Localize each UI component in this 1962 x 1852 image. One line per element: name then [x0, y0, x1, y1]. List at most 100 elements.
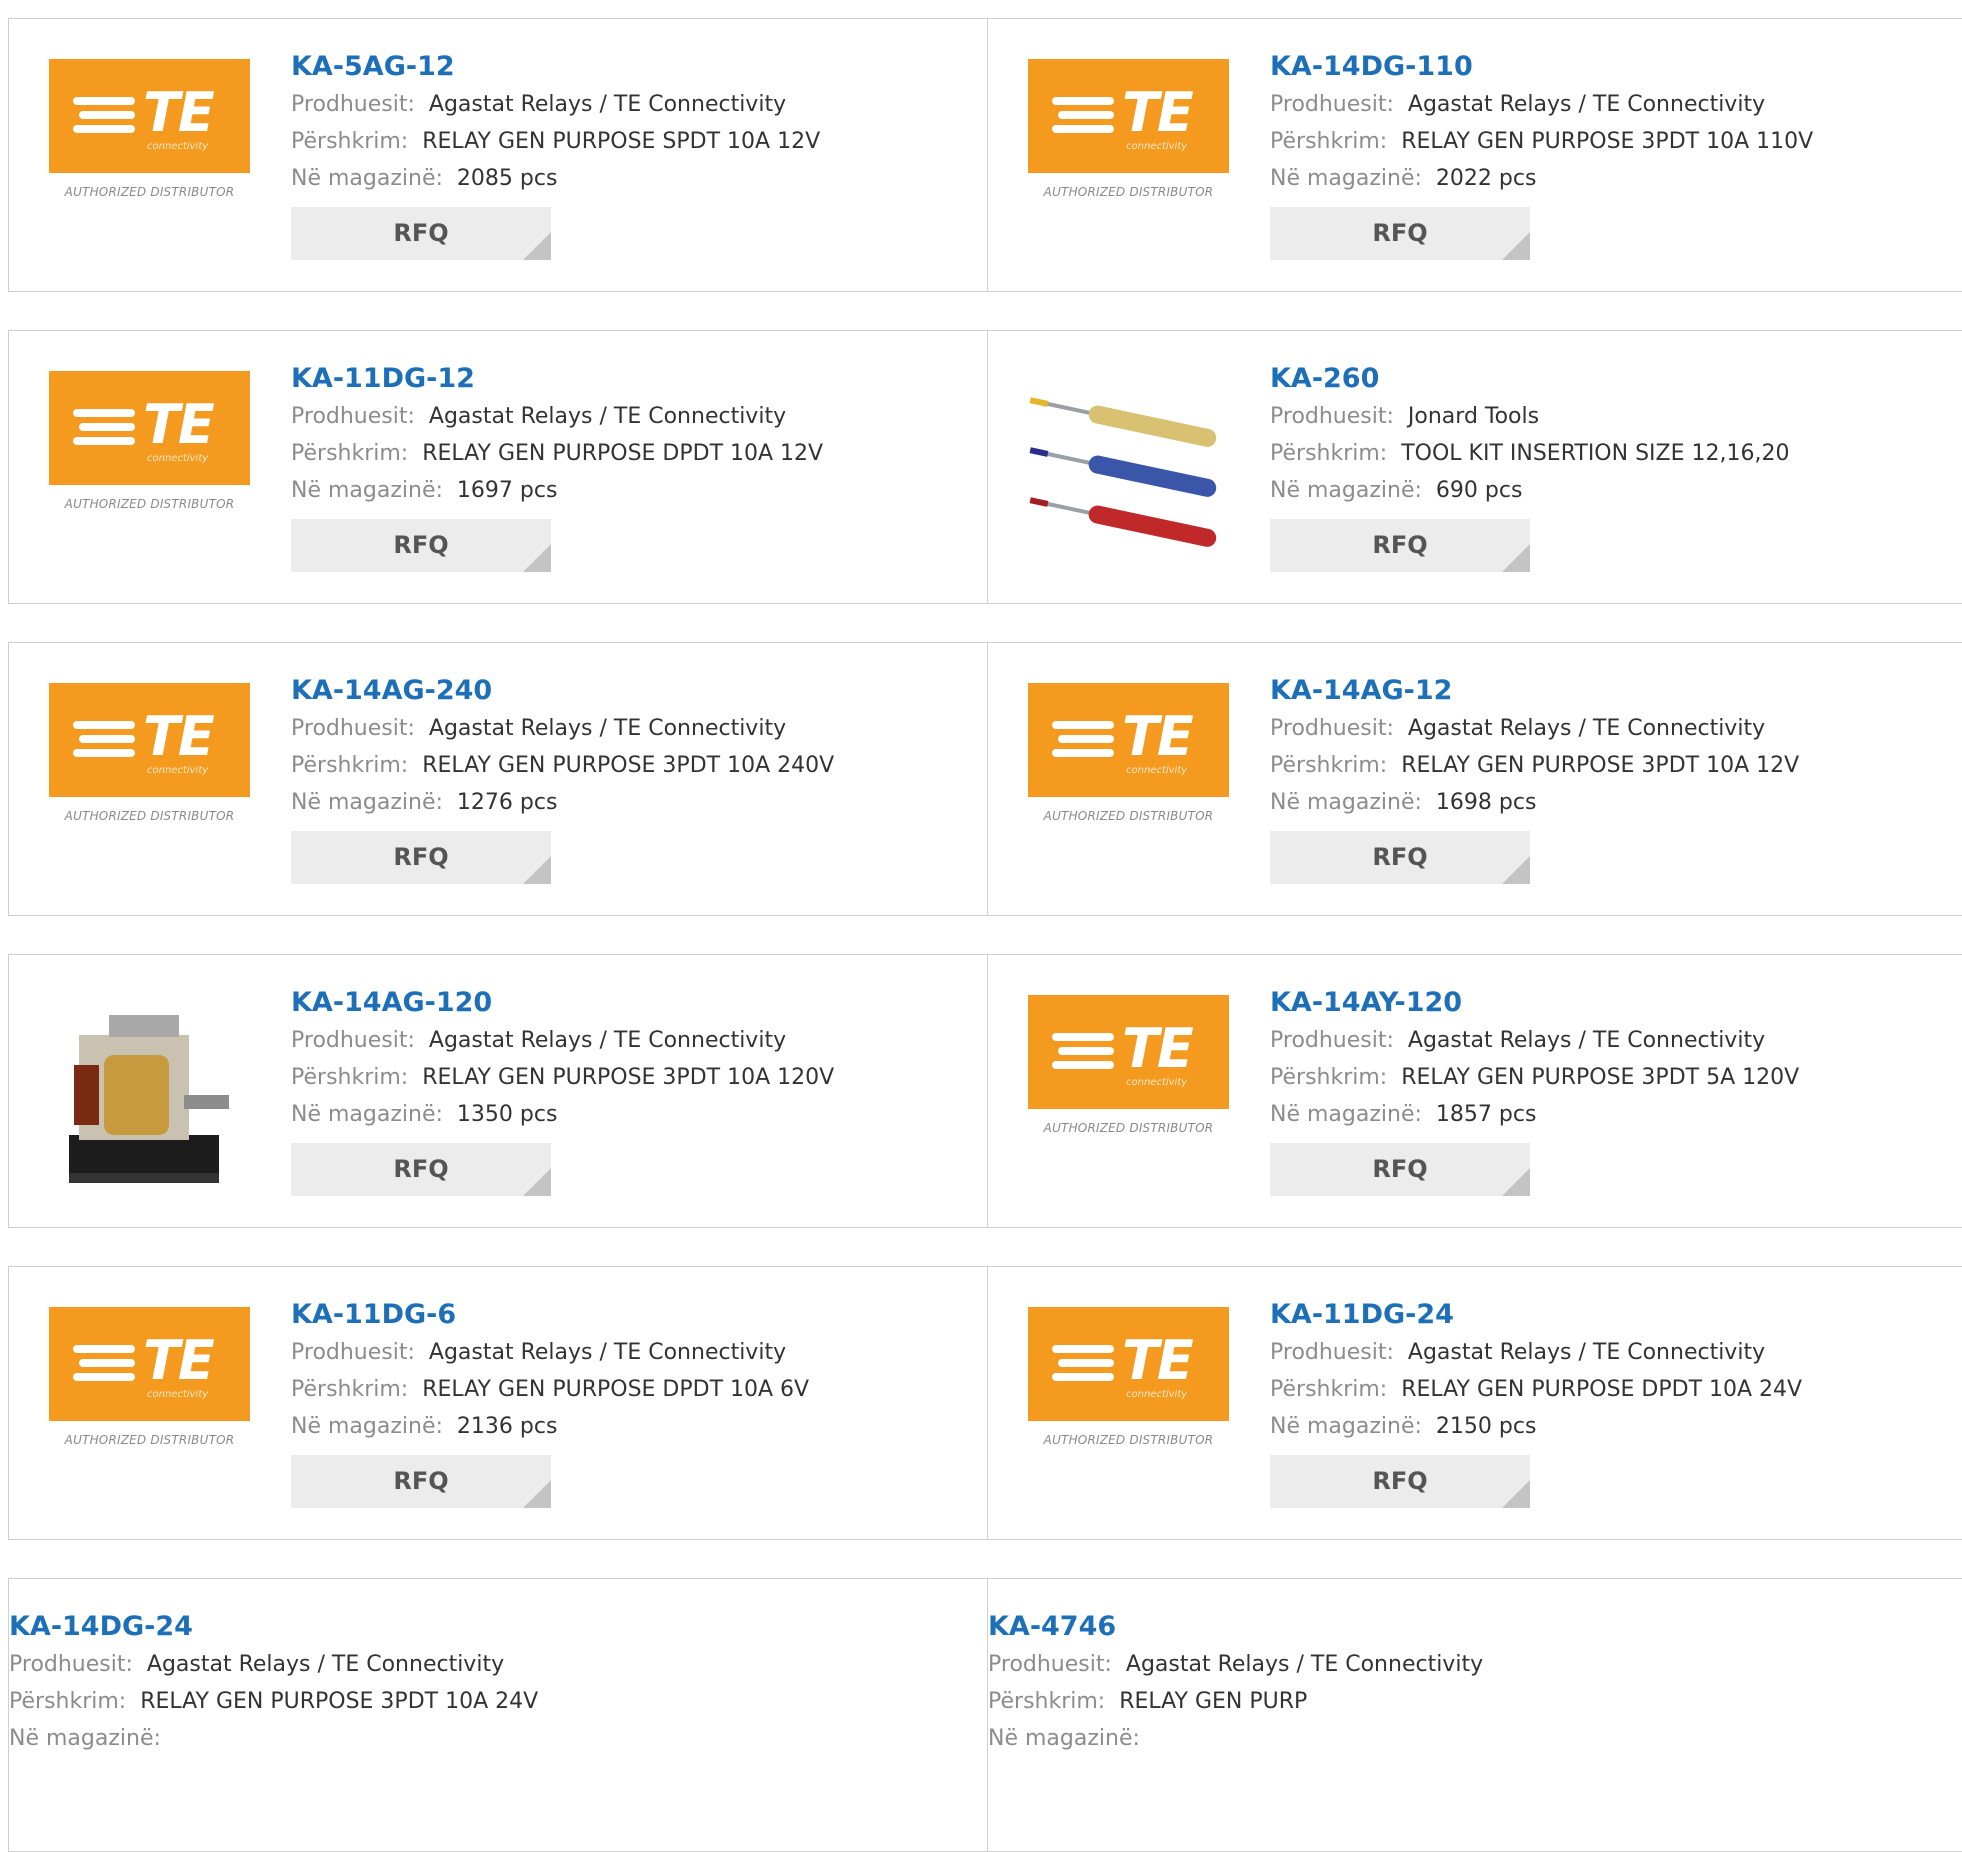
product-card: TE connectivity AUTHORIZED DISTRIBUTOR KA-1…	[987, 642, 1962, 916]
manufacturer-value: Agastat Relays / TE Connectivity	[1407, 716, 1766, 741]
stock-label: Në magazinë:	[9, 1726, 161, 1751]
product-image[interactable]: TE connectivity AUTHORIZED DISTRIBUTOR	[49, 1307, 250, 1508]
stock-row: Në magazinë:	[988, 1720, 1483, 1757]
te-logo-letters: TE	[143, 81, 215, 144]
manufacturer-label: Prodhuesit:	[291, 92, 415, 117]
product-image[interactable]: TE connectivity AUTHORIZED DISTRIBUTOR	[1028, 683, 1229, 884]
rfq-button-label: RFQ	[393, 1155, 449, 1183]
te-logo-bar	[1052, 749, 1114, 757]
rfq-button[interactable]: RFQ	[1270, 1143, 1530, 1196]
te-logo-bar	[1052, 1345, 1114, 1353]
part-number-link[interactable]: KA-14DG-24	[9, 1610, 538, 1644]
product-image[interactable]	[1028, 371, 1229, 572]
stock-row: Në magazinë: 1350 pcs	[291, 1096, 834, 1133]
part-number-link[interactable]: KA-11DG-6	[291, 1298, 809, 1332]
rfq-corner-decoration	[523, 856, 551, 884]
authorized-distributor-label: AUTHORIZED DISTRIBUTOR	[64, 809, 235, 823]
stock-row: Në magazinë: 1697 pcs	[291, 472, 823, 509]
te-logo-subtitle: connectivity	[1126, 1389, 1188, 1400]
rfq-button[interactable]: RFQ	[291, 1143, 551, 1196]
te-logo-bar	[73, 1345, 135, 1353]
manufacturer-label: Prodhuesit:	[1270, 1028, 1394, 1053]
part-number-link[interactable]: KA-260	[1270, 362, 1789, 396]
description-row: Përshkrim: RELAY GEN PURPOSE 3PDT 5A 120…	[1270, 1059, 1799, 1096]
stock-label: Në magazinë:	[1270, 166, 1422, 191]
product-image[interactable]: TE connectivity AUTHORIZED DISTRIBUTOR	[49, 683, 250, 884]
rfq-corner-decoration	[1502, 232, 1530, 260]
product-card: TE connectivity AUTHORIZED DISTRIBUTOR KA-1…	[8, 1266, 988, 1540]
product-card: KA-260 Prodhuesit: Jonard Tools Përshkrim:…	[987, 330, 1962, 604]
manufacturer-label: Prodhuesit:	[9, 1652, 133, 1677]
te-logo-bar	[73, 1373, 135, 1381]
product-image[interactable]: TE connectivity AUTHORIZED DISTRIBUTOR	[49, 371, 250, 572]
rfq-button[interactable]: RFQ	[291, 1455, 551, 1508]
rfq-button[interactable]: RFQ	[1270, 519, 1530, 572]
te-logo-bar	[1058, 1359, 1114, 1367]
te-logo-bar	[1058, 111, 1114, 119]
description-label: Përshkrim:	[291, 753, 409, 778]
part-number-link[interactable]: KA-5AG-12	[291, 50, 820, 84]
te-logo-background: TE connectivity	[1028, 59, 1229, 173]
product-card: TE connectivity AUTHORIZED DISTRIBUTOR KA-1…	[8, 642, 988, 916]
rfq-button[interactable]: RFQ	[1270, 1455, 1530, 1508]
product-info: KA-14DG-24 Prodhuesit: Agastat Relays / T…	[9, 1610, 538, 1757]
te-logo-letters: TE	[1122, 1017, 1194, 1080]
manufacturer-label: Prodhuesit:	[291, 404, 415, 429]
rfq-corner-decoration	[1502, 1168, 1530, 1196]
part-number-link[interactable]: KA-14AY-120	[1270, 986, 1799, 1020]
description-value: RELAY GEN PURPOSE 3PDT 10A 24V	[140, 1689, 539, 1714]
manufacturer-value: Agastat Relays / TE Connectivity	[1125, 1652, 1484, 1677]
te-connectivity-logo: TE connectivity AUTHORIZED DISTRIBUTOR	[49, 371, 250, 572]
stock-row: Në magazinë:	[9, 1720, 538, 1757]
product-card: TE connectivity AUTHORIZED DISTRIBUTOR KA-1…	[987, 954, 1962, 1228]
te-logo-bar	[73, 125, 135, 133]
rfq-button[interactable]: RFQ	[291, 207, 551, 260]
product-image[interactable]: TE connectivity AUTHORIZED DISTRIBUTOR	[49, 59, 250, 260]
product-image[interactable]: TE connectivity AUTHORIZED DISTRIBUTOR	[1028, 995, 1229, 1196]
product-info: KA-14AG-120 Prodhuesit: Agastat Relays / …	[291, 986, 834, 1196]
manufacturer-value: Agastat Relays / TE Connectivity	[428, 92, 787, 117]
description-label: Përshkrim:	[1270, 129, 1388, 154]
stock-value: 1697 pcs	[456, 478, 558, 503]
part-number-link[interactable]: KA-14AG-120	[291, 986, 834, 1020]
manufacturer-row: Prodhuesit: Agastat Relays / TE Connecti…	[988, 1646, 1483, 1683]
part-number-link[interactable]: KA-14AG-240	[291, 674, 834, 708]
rfq-button[interactable]: RFQ	[1270, 207, 1530, 260]
rfq-corner-decoration	[523, 544, 551, 572]
product-image[interactable]	[49, 995, 250, 1196]
rfq-button-label: RFQ	[1372, 1467, 1428, 1495]
product-info: KA-14AY-120 Prodhuesit: Agastat Relays / …	[1270, 986, 1799, 1196]
authorized-distributor-label: AUTHORIZED DISTRIBUTOR	[1043, 809, 1214, 823]
description-label: Përshkrim:	[291, 441, 409, 466]
rfq-button[interactable]: RFQ	[1270, 831, 1530, 884]
stock-row: Në magazinë: 690 pcs	[1270, 472, 1789, 509]
part-number-link[interactable]: KA-14AG-12	[1270, 674, 1799, 708]
manufacturer-value: Agastat Relays / TE Connectivity	[428, 1028, 787, 1053]
part-number-link[interactable]: KA-14DG-110	[1270, 50, 1813, 84]
manufacturer-row: Prodhuesit: Agastat Relays / TE Connecti…	[1270, 1334, 1802, 1371]
description-label: Përshkrim:	[1270, 1377, 1388, 1402]
te-logo-letters: TE	[1122, 81, 1194, 144]
stock-row: Në magazinë: 1276 pcs	[291, 784, 834, 821]
part-number-link[interactable]: KA-11DG-12	[291, 362, 823, 396]
te-connectivity-logo: TE connectivity AUTHORIZED DISTRIBUTOR	[49, 683, 250, 884]
te-connectivity-logo: TE connectivity AUTHORIZED DISTRIBUTOR	[49, 1307, 250, 1508]
te-logo-bar	[1052, 1061, 1114, 1069]
rfq-button[interactable]: RFQ	[291, 831, 551, 884]
description-label: Përshkrim:	[1270, 1065, 1388, 1090]
product-image[interactable]: TE connectivity AUTHORIZED DISTRIBUTOR	[1028, 59, 1229, 260]
description-row: Përshkrim: TOOL KIT INSERTION SIZE 12,16…	[1270, 435, 1789, 472]
part-number-link[interactable]: KA-4746	[988, 1610, 1483, 1644]
description-row: Përshkrim: RELAY GEN PURPOSE 3PDT 10A 24…	[9, 1683, 538, 1720]
product-image[interactable]: TE connectivity AUTHORIZED DISTRIBUTOR	[1028, 1307, 1229, 1508]
authorized-distributor-label: AUTHORIZED DISTRIBUTOR	[1043, 1433, 1214, 1447]
te-logo-letters: TE	[143, 1329, 215, 1392]
rfq-button[interactable]: RFQ	[291, 519, 551, 572]
manufacturer-value: Agastat Relays / TE Connectivity	[1407, 92, 1766, 117]
te-logo-bar	[73, 437, 135, 445]
part-number-link[interactable]: KA-11DG-24	[1270, 1298, 1802, 1332]
te-logo-background: TE connectivity	[1028, 995, 1229, 1109]
stock-value: 2136 pcs	[456, 1414, 558, 1439]
manufacturer-label: Prodhuesit:	[1270, 1340, 1394, 1365]
description-row: Përshkrim: RELAY GEN PURPOSE DPDT 10A 24…	[1270, 1371, 1802, 1408]
